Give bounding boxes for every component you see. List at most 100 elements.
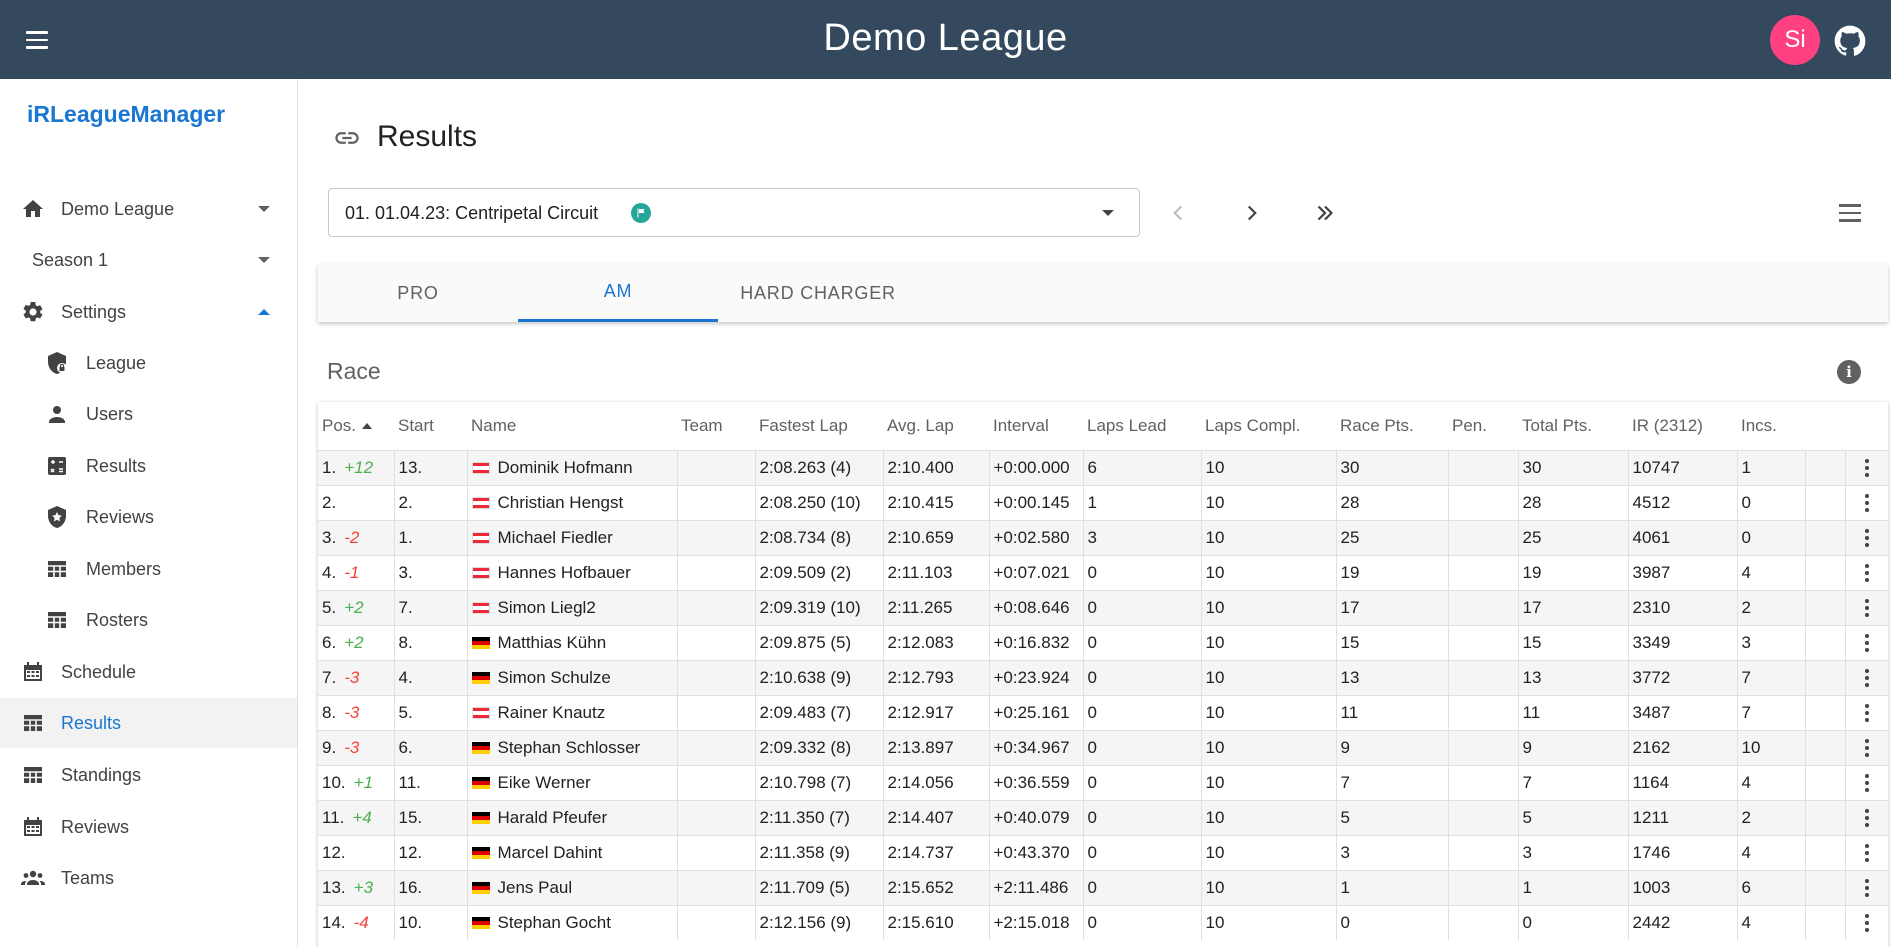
- sidebar-item-standings[interactable]: Standings: [0, 750, 297, 800]
- tab-am[interactable]: AM: [518, 264, 718, 322]
- sidebar-item-results-settings[interactable]: Results: [0, 441, 297, 491]
- table-row[interactable]: 14. -4 10. Stephan Gocht 2:12.156 (9) 2:15.61…: [318, 904, 1888, 940]
- tab-hard-charger[interactable]: HARD CHARGER: [718, 264, 918, 322]
- row-menu-button[interactable]: [1844, 869, 1888, 905]
- list-menu-icon[interactable]: [1832, 198, 1868, 228]
- table-row[interactable]: 12. 12. Marcel Dahint 2:11.358 (9) 2:14.737 +…: [318, 834, 1888, 870]
- sidebar-item-teams[interactable]: Teams: [0, 853, 297, 903]
- row-menu-button[interactable]: [1844, 519, 1888, 555]
- season-select[interactable]: Season 1: [0, 235, 297, 285]
- sidebar-item-league[interactable]: League: [0, 338, 297, 388]
- last-event-button[interactable]: [1307, 196, 1343, 230]
- row-menu-button[interactable]: [1844, 624, 1888, 660]
- column-header[interactable]: [1805, 402, 1845, 450]
- table-row[interactable]: 8. -3 5. Rainer Knautz 2:09.483 (7) 2:12.917 +…: [318, 694, 1888, 730]
- name-cell: Jens Paul: [466, 869, 677, 905]
- race-pts-cell: 13: [1335, 659, 1448, 695]
- previous-event-button[interactable]: [1160, 196, 1196, 230]
- row-menu-button[interactable]: [1844, 729, 1888, 765]
- table-row[interactable]: 9. -3 6. Stephan Schlosser 2:09.332 (8) 2:13.…: [318, 729, 1888, 765]
- row-menu-button[interactable]: [1844, 904, 1888, 940]
- sidebar-item-label: Users: [86, 403, 134, 424]
- link-icon[interactable]: [333, 124, 361, 152]
- compl-cell: 10: [1200, 519, 1336, 555]
- spacer-cell: [1804, 694, 1845, 730]
- column-header[interactable]: Start: [394, 402, 467, 450]
- table-row[interactable]: 3. -2 1. Michael Fiedler 2:08.734 (8) 2:10.65…: [318, 519, 1888, 555]
- menu-icon[interactable]: [26, 26, 58, 54]
- sidebar-item-results[interactable]: Results: [0, 698, 297, 748]
- sidebar-item-members[interactable]: Members: [0, 544, 297, 594]
- info-icon[interactable]: i: [1837, 360, 1861, 384]
- column-header[interactable]: Incs.: [1737, 402, 1805, 450]
- brand-logo[interactable]: iRLeagueManager: [27, 101, 225, 128]
- row-menu-button[interactable]: [1844, 554, 1888, 590]
- name-cell: Simon Liegl2: [466, 589, 677, 625]
- row-menu-button[interactable]: [1844, 799, 1888, 835]
- column-header[interactable]: [1845, 402, 1888, 450]
- table-row[interactable]: 11. +4 15. Harald Pfeufer 2:11.350 (7) 2:14.4…: [318, 799, 1888, 835]
- table-row[interactable]: 2. 2. Christian Hengst 2:08.250 (10) 2:10.41…: [318, 484, 1888, 520]
- interval-cell: +2:15.018: [988, 904, 1083, 940]
- column-header[interactable]: IR (2312): [1628, 402, 1737, 450]
- league-select[interactable]: Demo League: [0, 184, 297, 234]
- event-select[interactable]: 01. 01.04.23: Centripetal Circuit: [328, 188, 1140, 237]
- table-icon: [20, 710, 46, 736]
- avatar[interactable]: Si: [1770, 15, 1820, 65]
- row-menu-button[interactable]: [1844, 484, 1888, 520]
- more-vertical-icon: [1864, 494, 1869, 513]
- table-row[interactable]: 7. -3 4. Simon Schulze 2:10.638 (9) 2:12.793 +…: [318, 659, 1888, 695]
- column-header[interactable]: Pos.: [318, 402, 394, 450]
- total-cell: 3: [1517, 834, 1628, 870]
- row-menu-button[interactable]: [1844, 449, 1888, 485]
- sidebar-item-settings-label: Settings: [61, 301, 127, 322]
- germany-flag-icon: [471, 741, 490, 754]
- column-header[interactable]: Race Pts.: [1336, 402, 1448, 450]
- start-cell: 10.: [393, 904, 467, 940]
- column-header[interactable]: Avg. Lap: [883, 402, 989, 450]
- column-header[interactable]: Fastest Lap: [755, 402, 883, 450]
- sidebar-item-users[interactable]: Users: [0, 389, 297, 439]
- column-header[interactable]: Laps Lead: [1083, 402, 1201, 450]
- sidebar-item-reviews-settings[interactable]: Reviews: [0, 492, 297, 542]
- tab-pro[interactable]: PRO: [318, 264, 518, 322]
- github-icon[interactable]: [1834, 25, 1866, 57]
- row-menu-button[interactable]: [1844, 589, 1888, 625]
- next-event-button[interactable]: [1234, 196, 1270, 230]
- more-vertical-icon: [1864, 634, 1869, 653]
- total-cell: 5: [1517, 799, 1628, 835]
- table-row[interactable]: 4. -1 3. Hannes Hofbauer 2:09.509 (2) 2:11.10…: [318, 554, 1888, 590]
- driver-name: Simon Liegl2: [497, 597, 596, 617]
- name-cell: Rainer Knautz: [466, 694, 677, 730]
- fastest-cell: 2:09.509 (2): [754, 554, 883, 590]
- column-header[interactable]: Pen.: [1448, 402, 1518, 450]
- row-menu-button[interactable]: [1844, 659, 1888, 695]
- start-cell: 5.: [393, 694, 467, 730]
- ir-cell: 3349: [1627, 624, 1737, 660]
- chevron-up-icon: [258, 309, 270, 315]
- table-row[interactable]: 1. +12 13. Dominik Hofmann 2:08.263 (4) 2:10.…: [318, 449, 1888, 485]
- table-row[interactable]: 5. +2 7. Simon Liegl2 2:09.319 (10) 2:11.265 +…: [318, 589, 1888, 625]
- sidebar-item-rosters[interactable]: Rosters: [0, 595, 297, 645]
- sidebar-item-settings[interactable]: Settings: [0, 287, 297, 337]
- position-value: 13.: [322, 877, 346, 897]
- sidebar-item-schedule[interactable]: Schedule: [0, 647, 297, 697]
- column-header[interactable]: Total Pts.: [1518, 402, 1628, 450]
- column-header[interactable]: Name: [467, 402, 677, 450]
- name-cell: Matthias Kühn: [466, 624, 677, 660]
- column-header[interactable]: Laps Compl.: [1201, 402, 1336, 450]
- row-menu-button[interactable]: [1844, 834, 1888, 870]
- table-row[interactable]: 13. +3 16. Jens Paul 2:11.709 (5) 2:15.652 +2:…: [318, 869, 1888, 905]
- team-cell: [676, 799, 755, 835]
- fastest-cell: 2:10.798 (7): [754, 764, 883, 800]
- row-menu-button[interactable]: [1844, 694, 1888, 730]
- sidebar-item-reviews[interactable]: Reviews: [0, 802, 297, 852]
- column-header[interactable]: Team: [677, 402, 755, 450]
- name-cell: Eike Werner: [466, 764, 677, 800]
- table-row[interactable]: 6. +2 8. Matthias Kühn 2:09.875 (5) 2:12.083 +…: [318, 624, 1888, 660]
- table-row[interactable]: 10. +1 11. Eike Werner 2:10.798 (7) 2:14.056 +…: [318, 764, 1888, 800]
- lead-cell: 0: [1082, 694, 1201, 730]
- row-menu-button[interactable]: [1844, 764, 1888, 800]
- column-header[interactable]: Interval: [989, 402, 1083, 450]
- ir-cell: 2310: [1627, 589, 1737, 625]
